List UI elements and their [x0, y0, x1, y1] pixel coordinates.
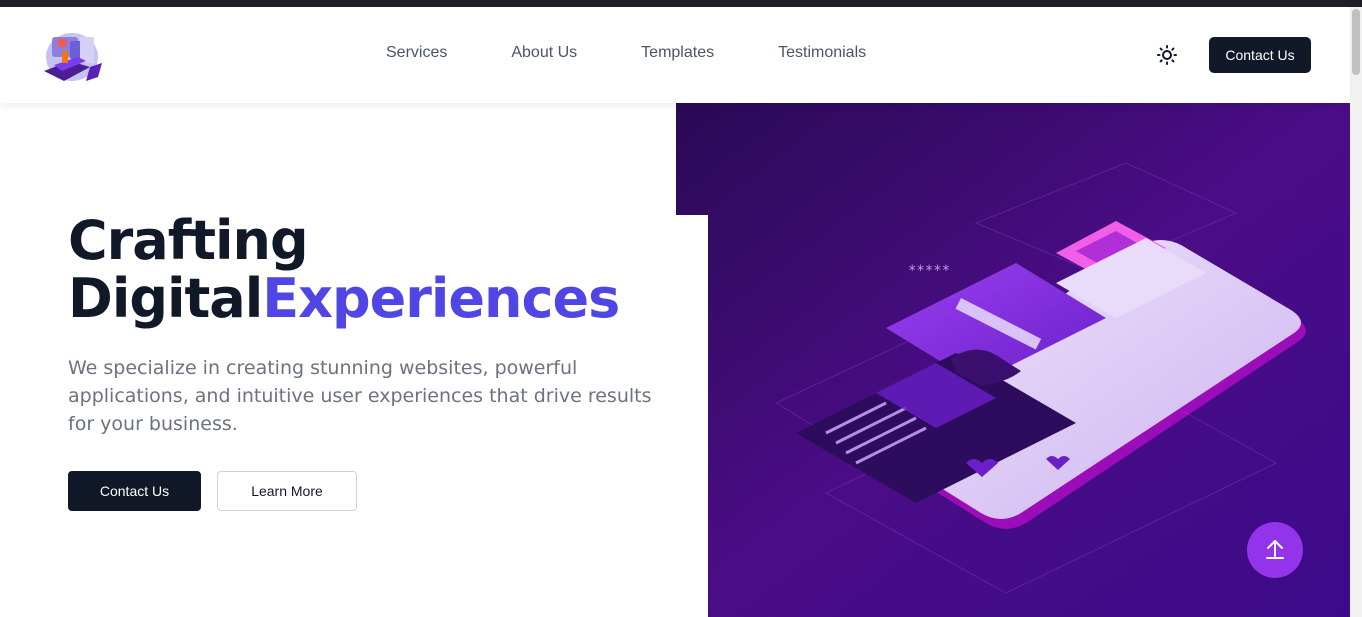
hero-subtitle: We specialize in creating stunning websi…	[68, 357, 652, 435]
nav-templates[interactable]: Templates	[641, 44, 714, 62]
hero-text: Crafting DigitalExperiences We specializ…	[68, 212, 658, 438]
nav-testimonials[interactable]: Testimonials	[778, 44, 866, 62]
hero-buttons: Contact Us Learn More	[68, 471, 357, 511]
header-contact-button[interactable]: Contact Us	[1209, 37, 1311, 73]
nav-about-us[interactable]: About Us	[511, 44, 577, 62]
hero-contact-button[interactable]: Contact Us	[68, 471, 201, 511]
hero-title-line1: Crafting	[68, 209, 309, 272]
nav-services[interactable]: Services	[386, 44, 447, 62]
scrollbar[interactable]	[1350, 7, 1362, 617]
sun-icon[interactable]	[1155, 43, 1179, 67]
site-header: Services About Us Templates Testimonials…	[0, 7, 1350, 103]
scrollbar-thumb[interactable]	[1352, 9, 1360, 75]
svg-text:*****: *****	[908, 263, 950, 279]
arrow-up-icon	[1265, 538, 1285, 563]
hero-title: Crafting DigitalExperiences	[68, 212, 658, 328]
logo-icon[interactable]	[40, 27, 104, 87]
main-nav: Services About Us Templates Testimonials	[386, 44, 930, 62]
page: Services About Us Templates Testimonials…	[0, 7, 1350, 617]
learn-more-button[interactable]: Learn More	[217, 471, 357, 511]
scroll-to-top-button[interactable]	[1247, 522, 1303, 578]
window-top-strip	[0, 0, 1362, 7]
hero-title-line2a: Digital	[68, 267, 263, 330]
hero-title-accent: Experiences	[262, 267, 620, 330]
